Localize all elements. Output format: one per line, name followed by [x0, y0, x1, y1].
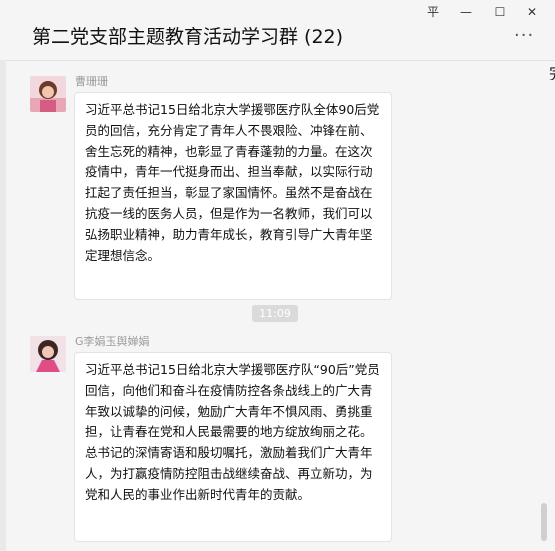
- timestamp-badge: 11:09: [252, 305, 298, 322]
- maximize-button[interactable]: ☐: [489, 3, 511, 21]
- chat-title: 第二党支部主题教育活动学习群 (22): [32, 26, 344, 48]
- close-button[interactable]: ✕: [521, 3, 543, 21]
- title-bar: 第二党支部主题教育活动学习群 (22) 平 — ☐ ✕ ···: [0, 0, 555, 61]
- left-edge-strip: [0, 60, 6, 551]
- scrollbar[interactable]: [541, 503, 547, 541]
- message-bubble[interactable]: 习近平总书记15日给北京大学援鄂医疗队全体90后党员的回信，充分肯定了青年人不畏…: [74, 92, 392, 300]
- sender-name: 曹珊珊: [75, 75, 108, 88]
- avatar[interactable]: [30, 336, 66, 372]
- chat-window: 第二党支部主题教育活动学习群 (22) 平 — ☐ ✕ ··· 完 曹珊珊 习近…: [0, 0, 555, 551]
- edge-partial-text: 完: [549, 60, 555, 80]
- avatar[interactable]: [30, 76, 66, 112]
- pin-icon[interactable]: 平: [422, 3, 444, 21]
- minimize-button[interactable]: —: [455, 3, 477, 21]
- sender-name: G李娟玉舆婵娟: [75, 335, 150, 348]
- more-options-icon[interactable]: ···: [514, 26, 538, 46]
- message-bubble[interactable]: 习近平总书记15日给北京大学援鄂医疗队“90后”党员回信，向他们和奋斗在疫情防控…: [74, 352, 392, 542]
